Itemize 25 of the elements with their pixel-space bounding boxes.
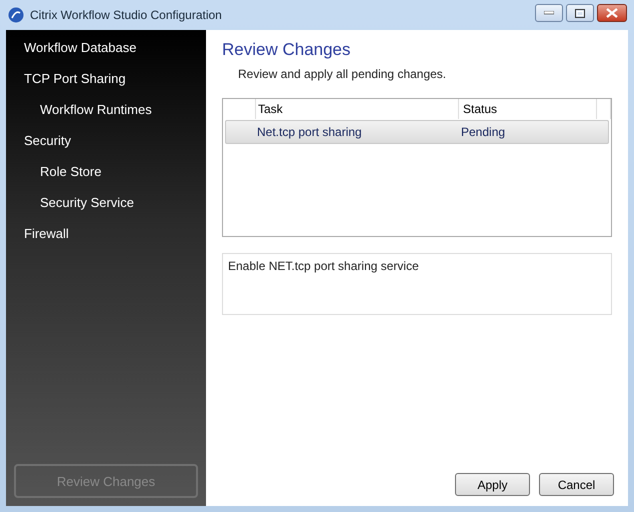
nav-item[interactable]: Security Service — [14, 190, 198, 221]
nav-item[interactable]: Workflow Runtimes — [14, 97, 198, 128]
table-cell-text: Pending — [460, 124, 506, 141]
minimize-icon — [544, 11, 554, 15]
column-header[interactable]: Task — [256, 99, 459, 119]
table-cell-text: Net.tcp port sharing — [256, 124, 363, 141]
cancel-button[interactable]: Cancel — [539, 473, 614, 496]
maximize-icon — [575, 8, 585, 18]
close-button[interactable] — [597, 4, 627, 22]
maximize-button[interactable] — [566, 4, 594, 22]
nav-item[interactable]: TCP Port Sharing — [14, 66, 198, 97]
apply-button[interactable]: Apply — [455, 473, 530, 496]
page-title: Review Changes — [222, 40, 352, 60]
table-row[interactable]: Net.tcp port sharing Pending — [225, 120, 609, 144]
app-icon — [8, 7, 24, 23]
nav-item[interactable]: Workflow Database — [14, 35, 198, 66]
nav-item[interactable]: Role Store — [14, 159, 198, 190]
nav-item[interactable]: Security — [14, 128, 198, 159]
description-text: Enable NET.tcp port sharing service — [228, 259, 419, 273]
window-title: Citrix Workflow Studio Configuration — [30, 8, 222, 22]
page-subtitle: Review and apply all pending changes. — [238, 67, 448, 81]
close-icon — [606, 8, 618, 18]
column-header[interactable]: Status — [459, 99, 597, 119]
nav-item[interactable]: Firewall — [14, 221, 198, 252]
minimize-button[interactable] — [535, 4, 563, 22]
